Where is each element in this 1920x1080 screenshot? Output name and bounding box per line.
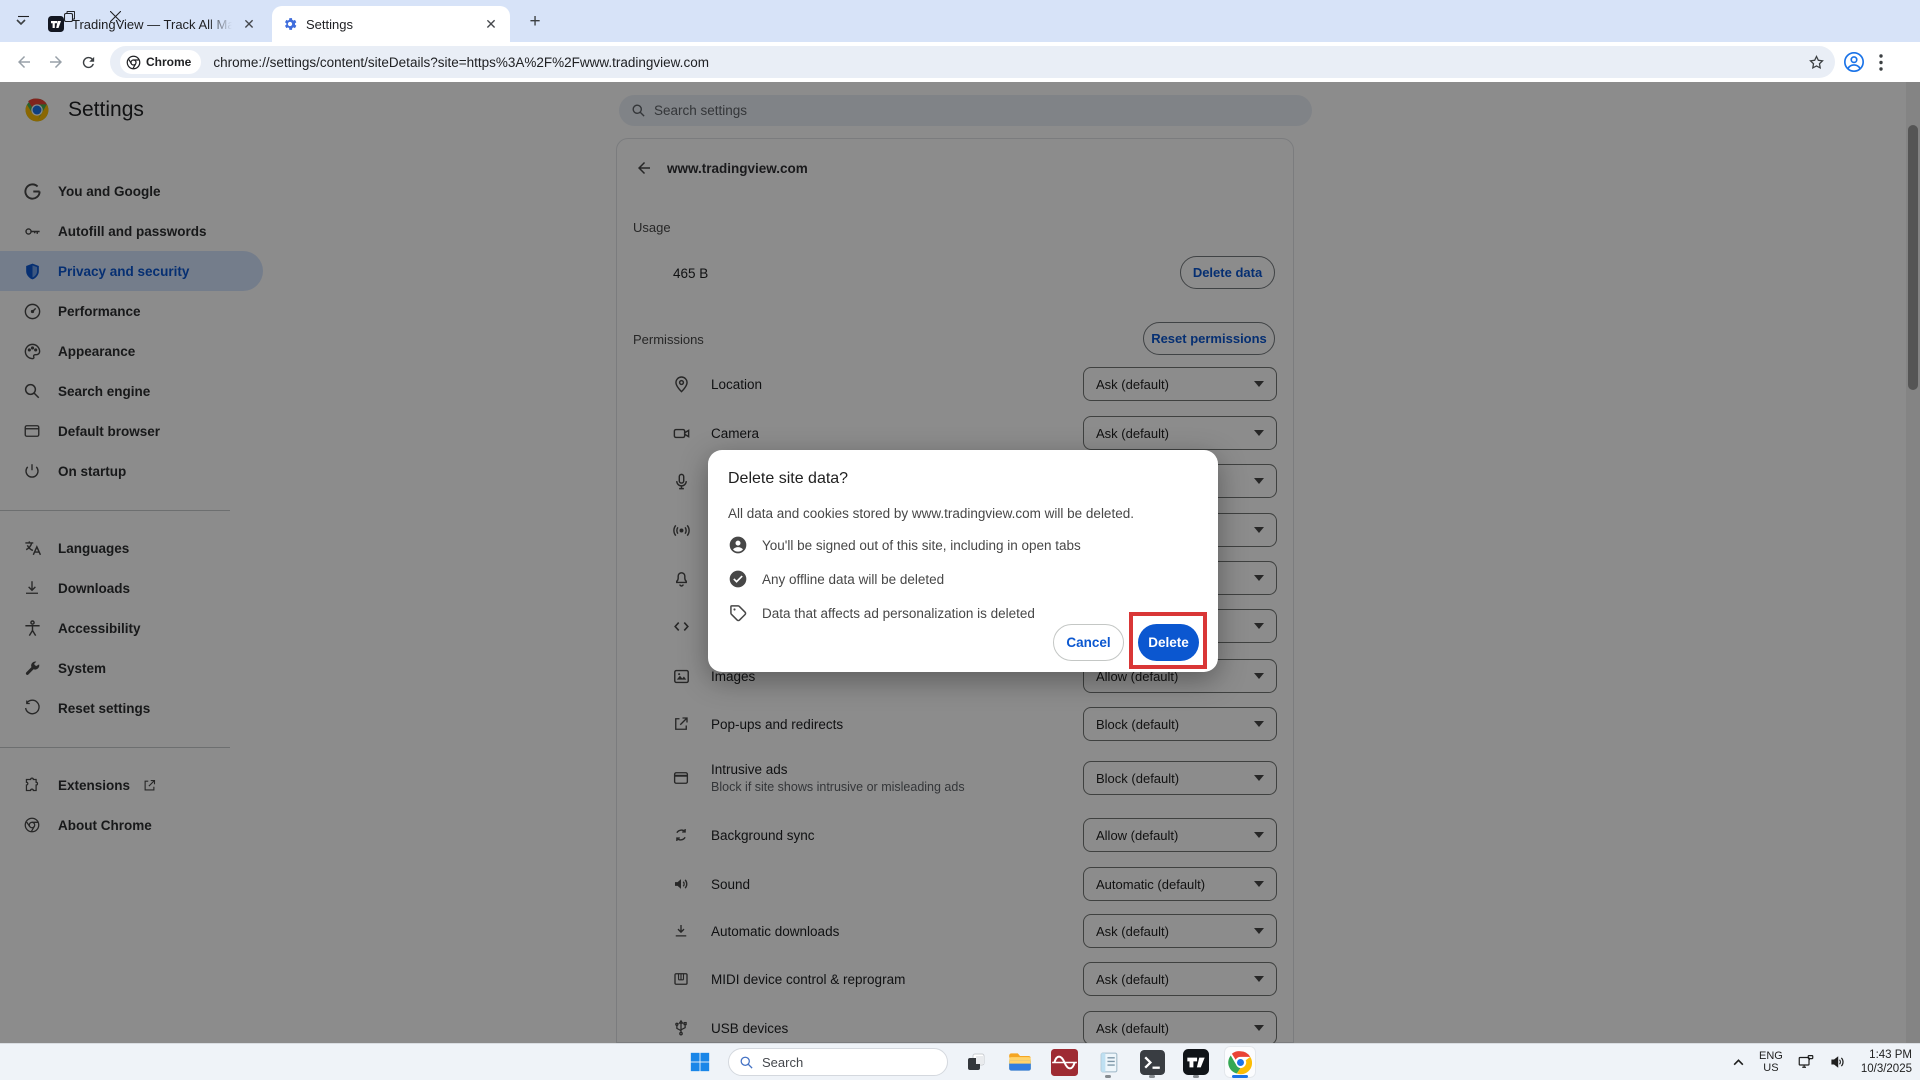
chrome-chip: Chrome [120, 50, 201, 74]
start-button[interactable] [684, 1046, 716, 1078]
running-indicator [1193, 1075, 1199, 1078]
tab-title: TradingView — Track All Market [72, 17, 232, 32]
volume-icon[interactable] [1829, 1053, 1847, 1071]
taskbar-search-placeholder: Search [762, 1055, 803, 1070]
notepad-icon[interactable] [1092, 1046, 1124, 1078]
clock[interactable]: 1:43 PM 10/3/2025 [1861, 1048, 1912, 1076]
active-indicator [1232, 1075, 1248, 1078]
search-icon [739, 1055, 754, 1070]
tab-tradingview[interactable]: TradingView — Track All Market ✕ [38, 6, 268, 42]
forward-icon[interactable] [40, 46, 72, 78]
task-view-icon[interactable] [960, 1046, 992, 1078]
tab-title: Settings [306, 17, 474, 32]
bookmark-star-icon[interactable] [1808, 54, 1825, 71]
terminal-icon[interactable] [1136, 1046, 1168, 1078]
tradingview-app-icon[interactable] [1180, 1046, 1212, 1078]
check-circle-icon [728, 569, 748, 589]
tray-chevron-up-icon[interactable] [1732, 1056, 1745, 1069]
profile-avatar-icon[interactable] [1843, 51, 1865, 73]
dialog-bullet-offline: Any offline data will be deleted [728, 569, 1198, 589]
network-icon[interactable] [1797, 1053, 1815, 1071]
tradingview-favicon [48, 16, 64, 32]
chrome-chip-label: Chrome [146, 55, 191, 69]
dialog-title: Delete site data? [728, 470, 1198, 488]
new-tab-button[interactable]: + [522, 9, 548, 35]
dialog-bullet-signout: You'll be signed out of this site, inclu… [728, 535, 1198, 555]
reload-icon[interactable] [72, 46, 104, 78]
tab-settings[interactable]: Settings ✕ [272, 6, 510, 42]
running-indicator [1149, 1075, 1155, 1078]
running-indicator [1105, 1075, 1111, 1078]
menu-kebab-icon[interactable] [1879, 54, 1883, 71]
delete-button-highlight-annotation [1129, 612, 1207, 669]
account-circle-icon [728, 535, 748, 555]
taskbar-search-input[interactable]: Search [728, 1048, 948, 1076]
settings-gear-favicon [282, 16, 298, 32]
browser-toolbar: Chrome chrome://settings/content/siteDet… [0, 42, 1920, 82]
tab-close-icon[interactable]: ✕ [482, 15, 500, 33]
back-icon[interactable] [8, 46, 40, 78]
tab-strip: TradingView — Track All Market ✕ Setting… [0, 0, 1920, 42]
dialog-body: All data and cookies stored by www.tradi… [728, 506, 1198, 521]
language-indicator[interactable]: ENG US [1759, 1050, 1783, 1074]
file-explorer-icon[interactable] [1004, 1046, 1036, 1078]
ltspice-sine-wave-app-icon[interactable] [1048, 1046, 1080, 1078]
tab-close-icon[interactable]: ✕ [240, 15, 258, 33]
url-text: chrome://settings/content/siteDetails?si… [213, 55, 1808, 70]
address-bar[interactable]: Chrome chrome://settings/content/siteDet… [110, 46, 1835, 78]
tab-list-chevron-icon[interactable] [8, 9, 34, 35]
cancel-button[interactable]: Cancel [1053, 624, 1124, 661]
toolbar-right [1843, 51, 1883, 73]
dialog-bullet-ads: Data that affects ad personalization is … [728, 603, 1198, 623]
chrome-app-icon[interactable] [1224, 1046, 1256, 1078]
tag-icon [728, 603, 748, 623]
taskbar: Search ENG US [0, 1043, 1920, 1080]
